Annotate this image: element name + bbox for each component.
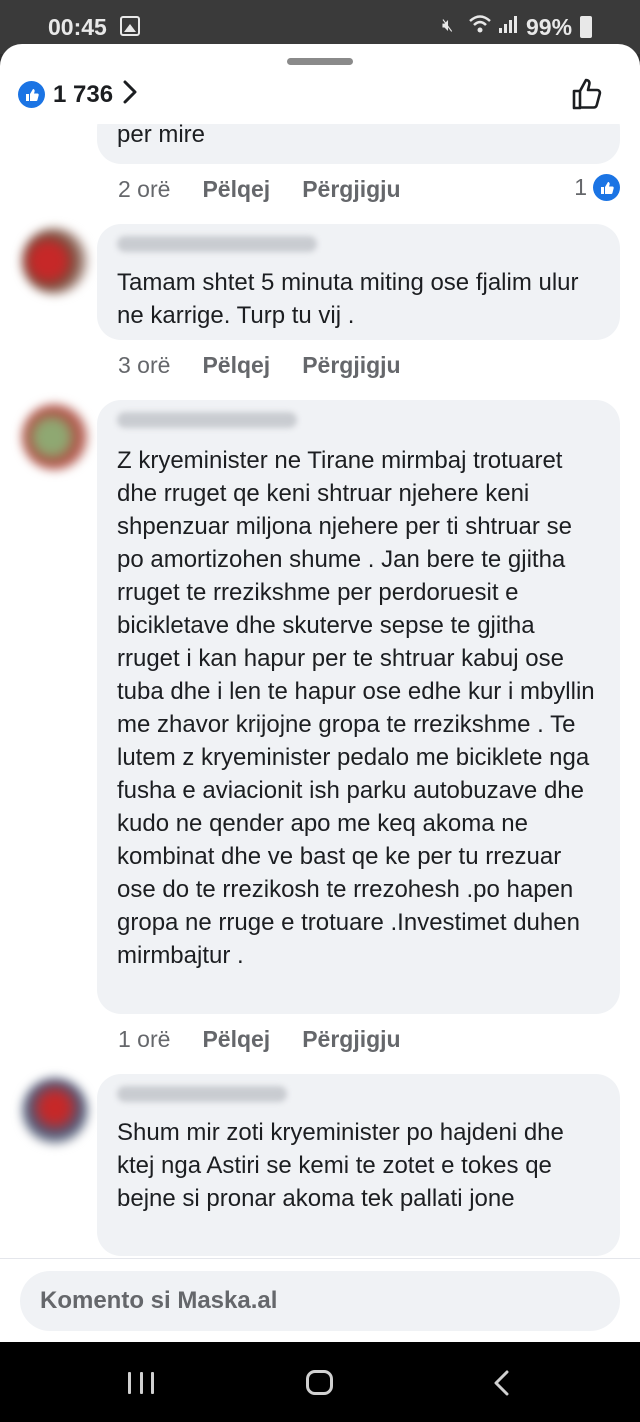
navigation-bar	[0, 1342, 640, 1422]
battery-percent: 99%	[526, 14, 573, 40]
comment-bubble: per mire	[97, 124, 620, 164]
comments-list: per mire 2 orë Pëlqej Përgjigju 1 Tamam …	[0, 124, 640, 1259]
comment-actions: 1 orë Pëlqej Përgjigju	[118, 1026, 401, 1053]
reply-button[interactable]: Përgjigju	[302, 352, 400, 379]
author-name[interactable]	[117, 412, 297, 428]
comment-bubble: Shum mir zoti kryeminister po hajdeni dh…	[97, 1074, 620, 1256]
comment-input[interactable]	[20, 1271, 620, 1331]
chevron-right-icon	[123, 80, 137, 109]
comment-text: Z kryeminister ne Tirane mirmbaj trotuar…	[117, 447, 595, 969]
like-badge-icon	[18, 81, 45, 108]
comment-bubble: Tamam shtet 5 minuta miting ose fjalim u…	[97, 224, 620, 340]
home-icon[interactable]	[306, 1370, 333, 1395]
comment-text: Tamam shtet 5 minuta miting ose fjalim u…	[117, 269, 579, 329]
gallery-icon	[120, 16, 140, 36]
comment-text: Shum mir zoti kryeminister po hajdeni dh…	[117, 1119, 564, 1212]
comment-age: 3 orë	[118, 352, 171, 378]
recents-icon[interactable]	[128, 1372, 154, 1394]
comment-reaction-count: 1	[574, 174, 587, 200]
comments-sheet: 1 736 per mire 2 orë Pëlqej Përgjigju 1	[0, 44, 640, 1342]
reply-button[interactable]: Përgjigju	[302, 1026, 400, 1053]
reactions-count: 1 736	[53, 80, 114, 108]
like-badge-icon	[593, 174, 620, 201]
avatar[interactable]	[22, 1078, 88, 1144]
comment-actions: 3 orë Pëlqej Përgjigju	[118, 352, 401, 379]
like-button[interactable]: Pëlqej	[202, 352, 270, 379]
like-button[interactable]: Pëlqej	[202, 1026, 270, 1053]
comment-text: per mire	[117, 124, 206, 148]
drag-handle[interactable]	[287, 58, 353, 65]
reply-button[interactable]: Përgjigju	[302, 176, 400, 203]
comment-age: 1 orë	[118, 1026, 171, 1052]
avatar[interactable]	[22, 404, 88, 470]
reactions-summary[interactable]: 1 736	[18, 80, 137, 109]
author-name[interactable]	[117, 236, 317, 252]
comment-bubble: Z kryeminister ne Tirane mirmbaj trotuar…	[97, 400, 620, 1014]
comment-age: 2 orë	[118, 176, 171, 202]
wifi-icon	[468, 13, 492, 41]
comment-reactions[interactable]: 1	[574, 174, 620, 201]
mute-icon: 🔇︎	[442, 15, 454, 35]
avatar[interactable]	[22, 228, 88, 294]
battery-icon	[580, 16, 592, 38]
status-time: 00:45	[48, 14, 107, 40]
thumbs-up-icon[interactable]	[570, 76, 606, 117]
like-button[interactable]: Pëlqej	[202, 176, 270, 203]
comment-actions: 2 orë Pëlqej Përgjigju	[118, 176, 401, 203]
back-icon[interactable]	[492, 1369, 510, 1402]
signal-icon	[498, 14, 518, 39]
comment-bar	[0, 1258, 640, 1342]
author-name[interactable]	[117, 1086, 287, 1102]
